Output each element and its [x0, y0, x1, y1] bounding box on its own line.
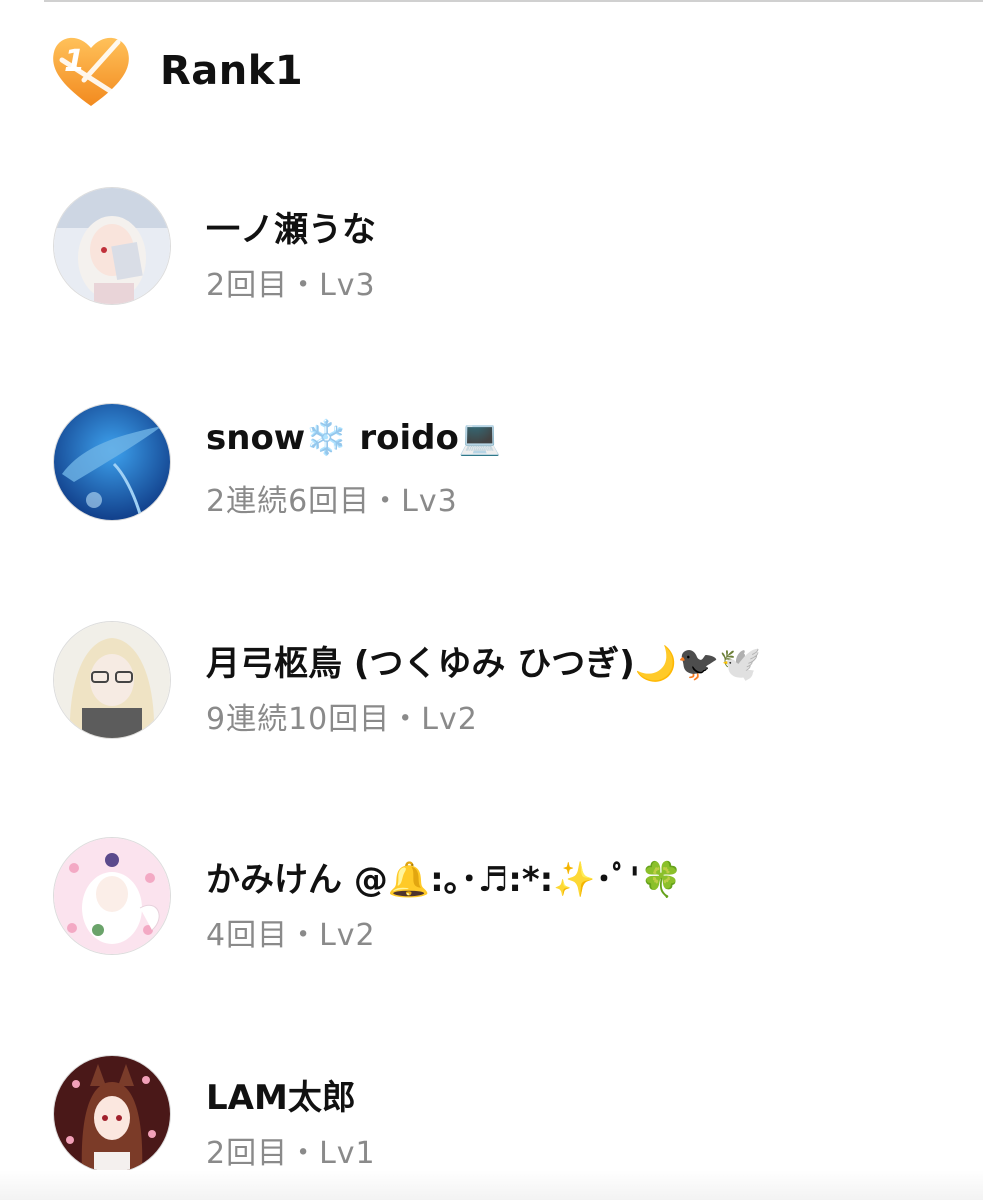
user-meta: 2回目・Lv1: [206, 1136, 376, 1171]
user-name: 一ノ瀬うな: [206, 210, 376, 250]
rank-title: Rank1: [160, 48, 304, 94]
rank-number: 1: [64, 44, 85, 79]
avatar[interactable]: [54, 404, 170, 520]
list-item[interactable]: かみけん @🔔:｡･♬:*:✨･ﾟ'🍀 4回目・Lv2: [54, 838, 954, 958]
top-divider: [44, 0, 983, 2]
user-meta: 9連続10回目・Lv2: [206, 702, 478, 737]
user-name: snow❄️ roido💻: [206, 418, 502, 458]
user-name: LAM太郎: [206, 1078, 356, 1118]
rank-heart-icon: 1: [48, 30, 134, 110]
avatar[interactable]: [54, 622, 170, 738]
avatar[interactable]: [54, 838, 170, 954]
user-meta: 4回目・Lv2: [206, 918, 376, 953]
avatar[interactable]: [54, 188, 170, 304]
user-name: 月弓柩鳥 (つくゆみ ひつぎ)🌙🐦‍⬛🕊️: [206, 644, 762, 684]
list-item[interactable]: LAM太郎 2回目・Lv1: [54, 1056, 954, 1176]
user-meta: 2回目・Lv3: [206, 268, 376, 303]
rank-header: 1: [48, 30, 134, 110]
list-item[interactable]: snow❄️ roido💻 2連続6回目・Lv3: [54, 404, 954, 524]
user-meta: 2連続6回目・Lv3: [206, 484, 458, 519]
list-item[interactable]: 一ノ瀬うな 2回目・Lv3: [54, 188, 954, 308]
bottom-shade: [0, 1170, 983, 1200]
user-name: かみけん @🔔:｡･♬:*:✨･ﾟ'🍀: [206, 860, 683, 900]
list-item[interactable]: 月弓柩鳥 (つくゆみ ひつぎ)🌙🐦‍⬛🕊️ 9連続10回目・Lv2: [54, 622, 954, 742]
avatar[interactable]: [54, 1056, 170, 1172]
